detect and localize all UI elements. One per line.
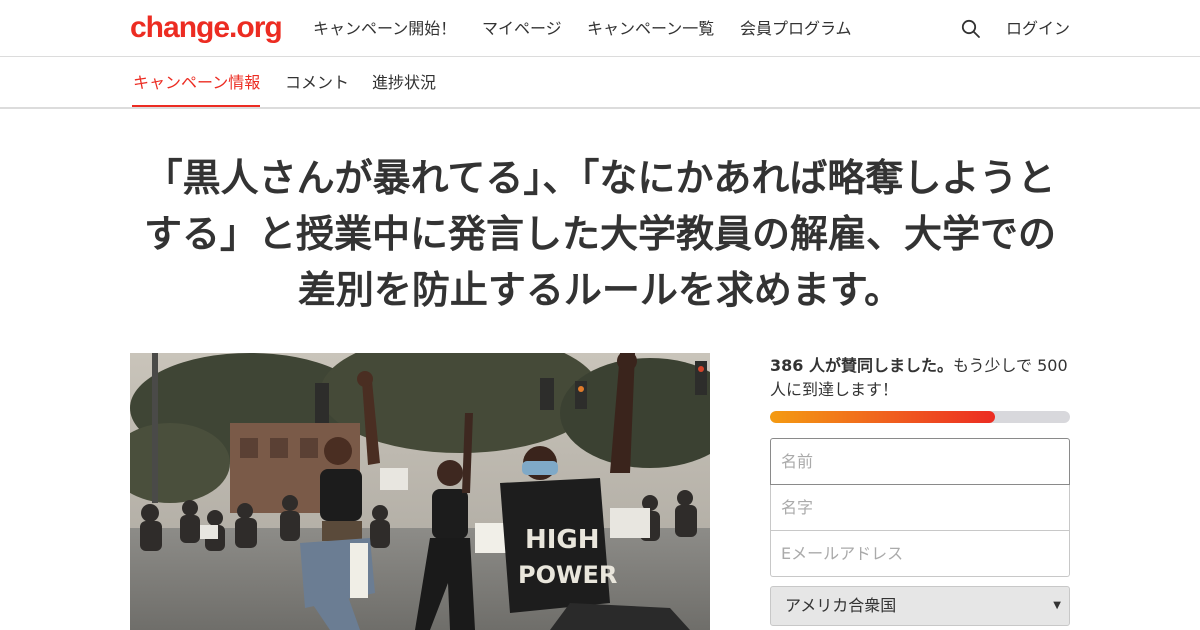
tab-campaign-info[interactable]: キャンペーン情報	[133, 73, 260, 93]
country-selected-value: アメリカ合衆国	[785, 596, 897, 615]
last-name-field[interactable]	[770, 485, 1070, 531]
petition-tabs: キャンペーン情報 コメント 進捗状況	[0, 57, 1200, 109]
nav-start-campaign[interactable]: キャンペーン開始！	[313, 19, 456, 39]
signature-progress-fill	[770, 411, 995, 423]
active-tab-indicator	[132, 105, 260, 107]
dropdown-arrow-icon: ▼	[1053, 600, 1061, 611]
first-name-field[interactable]	[770, 438, 1070, 485]
search-icon[interactable]	[961, 19, 981, 39]
site-header: change.org キャンペーン開始！ マイページ キャンペーン一覧 会員プロ…	[0, 0, 1200, 57]
signature-count-text: 386 人が賛同しました。もう少しで 500 人に到達します！	[770, 354, 1070, 402]
tab-comments[interactable]: コメント	[285, 73, 349, 93]
nav-membership[interactable]: 会員プログラム	[740, 19, 852, 39]
country-select[interactable]: アメリカ合衆国 ▼	[770, 586, 1070, 626]
nav-my-page[interactable]: マイページ	[482, 19, 562, 39]
signature-count: 386 人が賛同しました。	[770, 356, 953, 375]
protest-photo-illustration: HIGH POWER	[130, 353, 710, 630]
nav-browse-campaigns[interactable]: キャンペーン一覧	[587, 19, 714, 39]
change-org-logo[interactable]: change.org	[130, 10, 283, 46]
tab-progress[interactable]: 進捗状況	[372, 73, 436, 93]
login-link[interactable]: ログイン	[1006, 19, 1070, 39]
petition-title: 「黒人さんが暴れてる」、「なにかあれば略奪しようとする」と授業中に発言した大学教…	[143, 156, 1056, 312]
svg-text:POWER: POWER	[518, 561, 617, 589]
signature-progress-bar	[770, 411, 1070, 423]
email-field[interactable]	[770, 531, 1070, 577]
svg-text:HIGH: HIGH	[525, 525, 600, 555]
petition-photo: HIGH POWER	[130, 353, 710, 630]
